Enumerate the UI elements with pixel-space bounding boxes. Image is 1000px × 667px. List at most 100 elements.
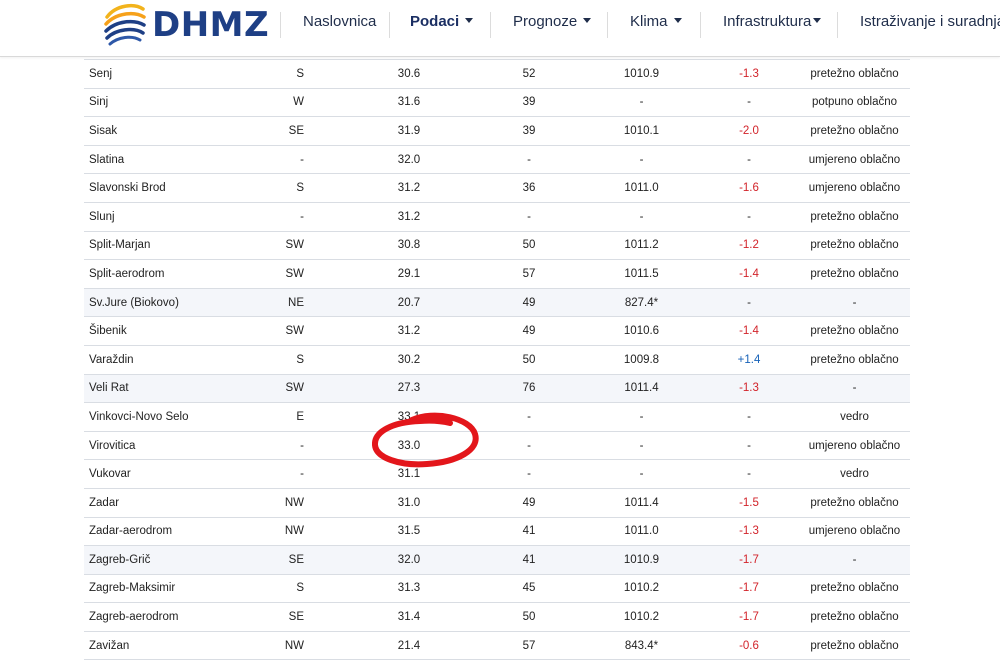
temperature: 33.1 bbox=[344, 402, 474, 432]
humidity: 50 bbox=[474, 344, 584, 375]
table-row: ŠibenikSW1.931.2491010.6-1.4pretežno obl… bbox=[84, 316, 910, 346]
pressure-tendency: -1.3 bbox=[699, 516, 799, 547]
humidity: 49 bbox=[474, 287, 584, 318]
temperature: 31.2 bbox=[344, 201, 474, 232]
pressure: - bbox=[584, 402, 699, 432]
wind-cell: -- bbox=[249, 144, 344, 175]
nav-infrastruktura[interactable]: Infrastruktura bbox=[723, 13, 822, 30]
wind-cell: SE3.6 bbox=[249, 545, 344, 575]
temperature: 29.1 bbox=[344, 259, 474, 289]
wind-cell: S1.9 bbox=[249, 573, 344, 604]
weather-description: - bbox=[799, 287, 910, 318]
pressure: 1010.6 bbox=[584, 316, 699, 346]
humidity: 39 bbox=[474, 116, 584, 146]
pressure: - bbox=[584, 144, 699, 175]
station-name: Zagreb-Maksimir bbox=[84, 573, 249, 604]
temperature: 30.2 bbox=[344, 344, 474, 375]
humidity: 76 bbox=[474, 373, 584, 404]
table-row: VaraždinS3.630.2501009.8+1.4pretežno obl… bbox=[84, 344, 910, 375]
pressure-tendency: -1.3 bbox=[699, 59, 799, 89]
wind-cell: -- bbox=[249, 430, 344, 461]
dhmz-logo[interactable]: DHMZ bbox=[104, 3, 269, 47]
humidity: - bbox=[474, 201, 584, 232]
table-row: Zagreb-MaksimirS1.931.3451010.2-1.7prete… bbox=[84, 573, 910, 604]
nav-label: Naslovnica bbox=[303, 13, 377, 30]
nav-prognoze[interactable]: Prognoze bbox=[513, 13, 592, 30]
nav-divider bbox=[280, 12, 281, 38]
wind-cell: S2.7 bbox=[249, 173, 344, 203]
station-name: Split-Marjan bbox=[84, 230, 249, 261]
pressure-tendency: - bbox=[699, 402, 799, 432]
humidity: 39 bbox=[474, 87, 584, 118]
nav-divider bbox=[490, 12, 491, 38]
nav-podaci[interactable]: Podaci bbox=[410, 13, 474, 30]
wind-direction: SE bbox=[288, 124, 304, 137]
logo-text: DHMZ bbox=[152, 5, 270, 45]
pressure-tendency: -1.3 bbox=[699, 373, 799, 404]
weather-description: umjereno oblačno bbox=[799, 516, 910, 547]
table-row: Sv.Jure (Biokovo)NE2.620.749827.4*-- bbox=[84, 287, 910, 318]
humidity: 49 bbox=[474, 316, 584, 346]
weather-description: pretežno oblačno bbox=[799, 316, 910, 346]
weather-description: pretežno oblačno bbox=[799, 230, 910, 261]
temperature: 31.3 bbox=[344, 573, 474, 604]
wind-direction: - bbox=[300, 210, 304, 223]
pressure-tendency: -1.4 bbox=[699, 316, 799, 346]
pressure: 1011.4 bbox=[584, 373, 699, 404]
table-row: SenjS3.130.6521010.9-1.3pretežno oblačno bbox=[84, 59, 910, 89]
humidity: 57 bbox=[474, 259, 584, 289]
temperature: 20.7 bbox=[344, 287, 474, 318]
nav-naslovnica[interactable]: Naslovnica bbox=[303, 13, 376, 30]
pressure: 1010.9 bbox=[584, 59, 699, 89]
humidity: 50 bbox=[474, 230, 584, 261]
humidity: - bbox=[474, 402, 584, 432]
logo-swirl-icon bbox=[104, 3, 146, 46]
wind-direction: W bbox=[293, 96, 304, 109]
humidity: - bbox=[474, 144, 584, 175]
humidity: 50 bbox=[474, 602, 584, 632]
pressure: 1011.5 bbox=[584, 259, 699, 289]
weather-description: pretežno oblačno bbox=[799, 344, 910, 375]
weather-description: potpuno oblačno bbox=[799, 87, 910, 118]
wind-direction: S bbox=[296, 582, 304, 595]
table-row: ZadarNW2.231.0491011.4-1.5pretežno oblač… bbox=[84, 487, 910, 518]
wind-direction: S bbox=[296, 182, 304, 195]
weather-description: vedro bbox=[799, 459, 910, 489]
wind-cell: NW4.0 bbox=[249, 630, 344, 661]
table-row: Split-MarjanSW4.030.8501011.2-1.2pretežn… bbox=[84, 230, 910, 261]
table-row: Veli RatSW3.527.3761011.4-1.3- bbox=[84, 373, 910, 404]
station-name: Zadar-aerodrom bbox=[84, 516, 249, 547]
nav-istrazivanje[interactable]: Istraživanje i suradnja bbox=[860, 13, 1000, 30]
nav-label: Klima bbox=[630, 13, 668, 30]
table-row: Zadar-aerodromNW4.031.5411011.0-1.3umjer… bbox=[84, 516, 910, 547]
pressure: - bbox=[584, 201, 699, 232]
wind-direction: SW bbox=[285, 239, 304, 252]
station-name: Zagreb-Grič bbox=[84, 545, 249, 575]
caret-down-icon bbox=[465, 17, 474, 23]
table-row: Vukovar--31.1---vedro bbox=[84, 459, 910, 489]
station-name: Slunj bbox=[84, 201, 249, 232]
wind-cell: W1.0 bbox=[249, 87, 344, 118]
pressure: 1011.2 bbox=[584, 230, 699, 261]
temperature: 32.0 bbox=[344, 545, 474, 575]
wind-direction: S bbox=[296, 67, 304, 80]
wind-direction: SW bbox=[285, 267, 304, 280]
site-header: DHMZ Naslovnica Podaci Prognoze Klima In… bbox=[0, 0, 1000, 57]
wind-direction: - bbox=[300, 439, 304, 452]
temperature: 31.5 bbox=[344, 516, 474, 547]
humidity: 41 bbox=[474, 545, 584, 575]
pressure-tendency: - bbox=[699, 144, 799, 175]
wind-cell: SW4.0 bbox=[249, 230, 344, 261]
nav-klima[interactable]: Klima bbox=[630, 13, 682, 30]
temperature: 31.4 bbox=[344, 602, 474, 632]
weather-description: pretežno oblačno bbox=[799, 201, 910, 232]
pressure-tendency: -1.6 bbox=[699, 173, 799, 203]
pressure-tendency: -0.6 bbox=[699, 630, 799, 661]
wind-direction: NW bbox=[284, 525, 304, 538]
temperature: 31.1 bbox=[344, 459, 474, 489]
pressure: 827.4* bbox=[584, 287, 699, 318]
temperature: 33.0 bbox=[344, 430, 474, 461]
wind-cell: -- bbox=[249, 201, 344, 232]
pressure: - bbox=[584, 87, 699, 118]
pressure-tendency: - bbox=[699, 87, 799, 118]
